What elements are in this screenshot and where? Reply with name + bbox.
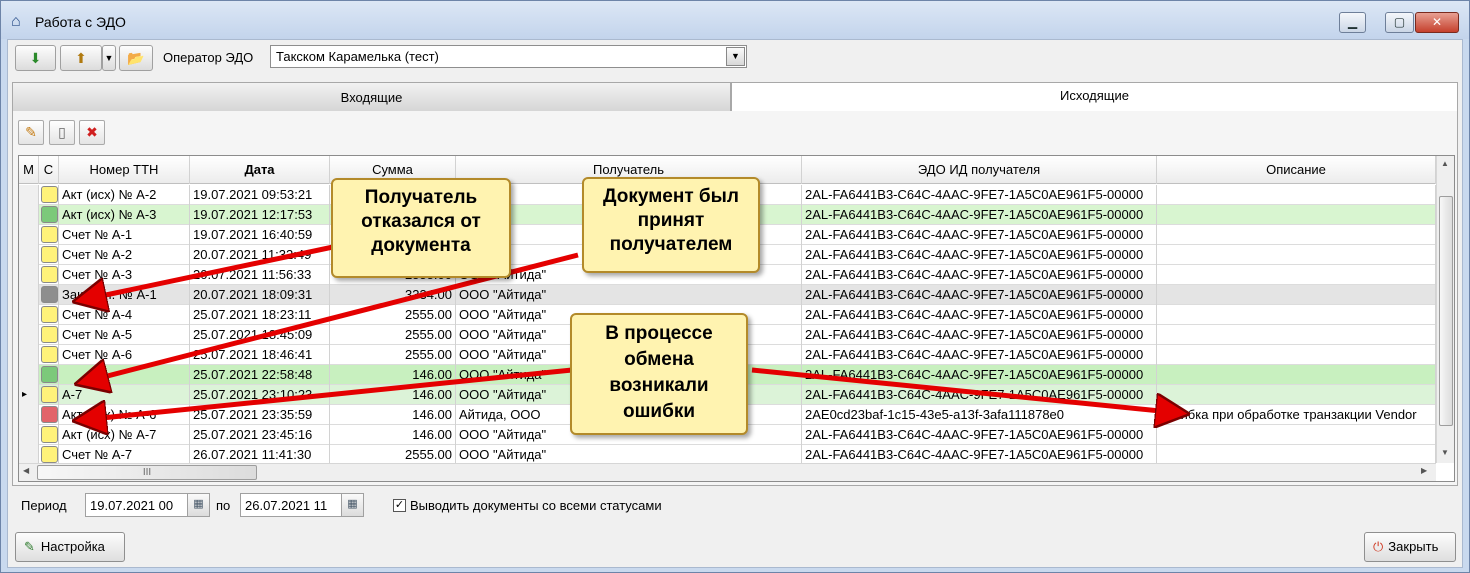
callout-accepted-text: Документ был принят получателем — [603, 186, 739, 255]
callout-rejected-text: Получатель отказался от документа — [361, 187, 481, 256]
callout-errors: В процессе обмена возникали ошибки — [570, 313, 748, 435]
callout-accepted: Документ был принят получателем — [582, 177, 760, 273]
arrow-error-desc — [751, 367, 1180, 413]
callout-errors-text: В процессе обмена возникали ошибки — [605, 323, 713, 422]
callout-arrows — [0, 240, 1470, 573]
arrow-error-row — [82, 367, 573, 420]
arrow-rejected — [82, 240, 353, 300]
callout-rejected: Получатель отказался от документа — [331, 178, 511, 278]
